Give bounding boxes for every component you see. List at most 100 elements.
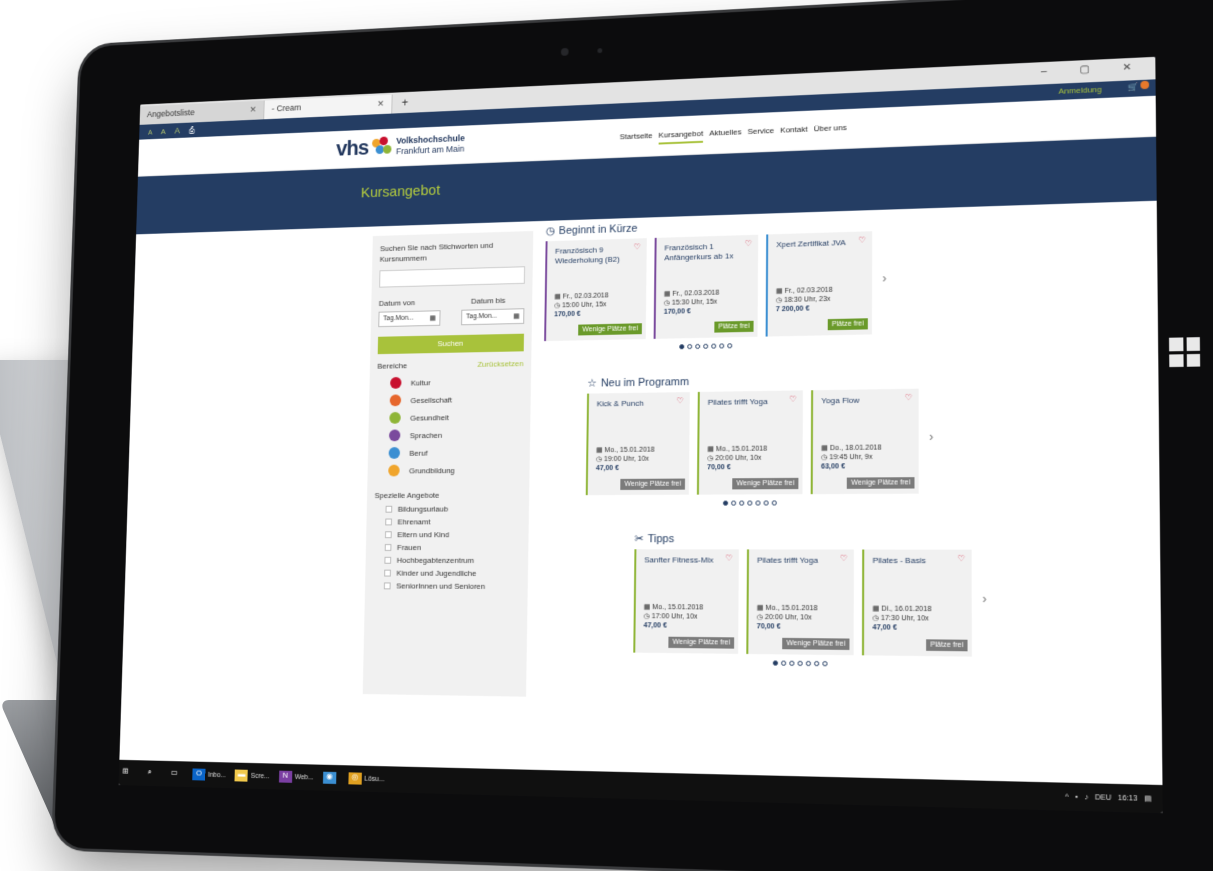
- pager-dot[interactable]: [702, 343, 708, 349]
- course-title[interactable]: Pilates - Basis: [873, 556, 957, 567]
- notification-icon[interactable]: ▤: [1144, 794, 1151, 803]
- course-card[interactable]: Yoga Flow ♡ ▦ Do., 18.01.2018 ◷ 19:45 Uhr, …: [810, 388, 919, 495]
- course-card[interactable]: Xpert Zertifikat JVA ♡ ▦ Fr., 02.03.2018 ◷ …: [765, 231, 873, 337]
- nav-ueber-uns[interactable]: Über uns: [814, 123, 847, 138]
- course-title[interactable]: Französisch 1 Anfängerkurs ab 1x: [664, 241, 744, 263]
- course-title[interactable]: Pilates trifft Yoga: [708, 397, 789, 408]
- new-tab-button[interactable]: +: [392, 92, 418, 114]
- checkbox[interactable]: [385, 505, 393, 513]
- taskbar-app[interactable]: O Inbo...: [192, 768, 226, 781]
- special-item[interactable]: Ehrenamt: [385, 515, 521, 528]
- vhs-logo[interactable]: vhs Volkshochschule Frankfurt am Main: [336, 131, 465, 161]
- search-input[interactable]: [379, 266, 526, 288]
- taskbar-app[interactable]: ◎ Lösu...: [348, 772, 384, 785]
- login-link[interactable]: Anmeldung: [1059, 85, 1102, 96]
- pager-dot[interactable]: [710, 343, 716, 349]
- font-large-button[interactable]: A: [175, 125, 181, 135]
- checkbox[interactable]: [384, 556, 392, 564]
- course-title[interactable]: Xpert Zertifikat JVA: [776, 238, 858, 250]
- course-title[interactable]: Pilates trifft Yoga: [757, 556, 839, 566]
- area-item[interactable]: Beruf: [388, 443, 522, 462]
- pager-dot[interactable]: [722, 500, 728, 506]
- heart-icon[interactable]: ♡: [840, 554, 847, 563]
- chevron-right-icon[interactable]: ›: [882, 271, 886, 285]
- pager-dot[interactable]: [821, 661, 828, 667]
- special-item[interactable]: Hochbegabtenzentrum: [384, 554, 520, 567]
- print-icon[interactable]: ⎙: [189, 126, 195, 135]
- course-card[interactable]: Pilates trifft Yoga ♡ ▦ Mo., 15.01.2018 ◷ 2…: [746, 549, 854, 656]
- pager-dot[interactable]: [726, 343, 732, 349]
- pager-dot[interactable]: [738, 500, 744, 506]
- course-card[interactable]: Kick & Punch ♡ ▦ Mo., 15.01.2018 ◷ 19:00 Uh…: [585, 392, 690, 496]
- task-view-icon[interactable]: ▭: [168, 768, 181, 780]
- chevron-right-icon[interactable]: ›: [982, 592, 986, 607]
- search-icon[interactable]: ⌕: [143, 767, 156, 779]
- date-to-field[interactable]: Tag.Mon... ▦: [461, 308, 525, 326]
- course-card[interactable]: Französisch 1 Anfängerkurs ab 1x ♡ ▦ Fr., …: [653, 234, 759, 339]
- pager-dot[interactable]: [678, 344, 684, 350]
- nav-service[interactable]: Service: [747, 126, 774, 141]
- calendar-icon[interactable]: ▦: [429, 314, 435, 322]
- heart-icon[interactable]: ♡: [745, 239, 752, 248]
- special-item[interactable]: Eltern und Kind: [384, 528, 521, 541]
- heart-icon[interactable]: ♡: [958, 554, 966, 563]
- nav-aktuelles[interactable]: Aktuelles: [709, 127, 741, 142]
- area-item[interactable]: Grundbildung: [388, 461, 522, 480]
- course-title[interactable]: Kick & Punch: [597, 398, 676, 409]
- nav-kursangebot[interactable]: Kursangebot: [658, 129, 704, 145]
- taskbar-app[interactable]: ▬ Scre...: [234, 769, 270, 783]
- window-controls[interactable]: – ▢ ✕: [1041, 61, 1147, 77]
- font-small-button[interactable]: A: [148, 129, 152, 136]
- checkbox[interactable]: [384, 569, 391, 577]
- area-item[interactable]: Kultur: [390, 372, 523, 392]
- pager-dot[interactable]: [771, 500, 777, 506]
- pager-dot[interactable]: [686, 344, 692, 350]
- pager-dot[interactable]: [813, 660, 819, 667]
- area-item[interactable]: Gesellschaft: [389, 390, 523, 410]
- checkbox[interactable]: [385, 518, 392, 526]
- start-button[interactable]: ⊞: [119, 767, 135, 779]
- checkbox[interactable]: [384, 531, 392, 539]
- course-card[interactable]: Pilates - Basis ♡ ▦ Di., 16.01.2018 ◷ 17:30…: [861, 549, 972, 657]
- heart-icon[interactable]: ♡: [725, 553, 732, 562]
- area-item[interactable]: Gesundheit: [389, 407, 523, 426]
- pager-dot[interactable]: [763, 500, 769, 506]
- area-item[interactable]: Sprachen: [388, 425, 523, 444]
- special-item[interactable]: Bildungsurlaub: [385, 502, 521, 515]
- windows-start-icon[interactable]: ⊞: [119, 767, 132, 779]
- windows-logo-icon[interactable]: [1169, 337, 1201, 368]
- task-view-button[interactable]: ▭: [168, 768, 184, 780]
- course-title[interactable]: Sanfter Fitness-Mix: [644, 555, 724, 565]
- chevron-up-icon[interactable]: ^: [1065, 793, 1069, 801]
- search-button[interactable]: Suchen: [377, 333, 524, 355]
- course-title[interactable]: Französisch 9 Wiederholung (B2): [555, 244, 633, 266]
- heart-icon[interactable]: ♡: [905, 393, 912, 402]
- heart-icon[interactable]: ♡: [634, 242, 641, 251]
- special-item[interactable]: SeniorInnen und Senioren: [383, 579, 520, 593]
- pager-dot[interactable]: [805, 660, 811, 667]
- calendar-icon[interactable]: ▦: [513, 312, 519, 320]
- reset-link[interactable]: Zurücksetzen: [477, 359, 523, 369]
- course-card[interactable]: Sanfter Fitness-Mix ♡ ▦ Mo., 15.01.2018 ◷ 1…: [633, 549, 739, 654]
- date-from-field[interactable]: Tag.Mon... ▦: [378, 310, 441, 328]
- pager-dot[interactable]: [754, 500, 761, 506]
- chevron-right-icon[interactable]: ›: [929, 430, 933, 444]
- pager-dot[interactable]: [788, 660, 794, 666]
- nav-startseite[interactable]: Startseite: [620, 131, 653, 146]
- pager-dot[interactable]: [718, 343, 724, 349]
- pager-dot[interactable]: [730, 500, 736, 506]
- network-icon[interactable]: ▪: [1075, 793, 1078, 801]
- course-card[interactable]: Pilates trifft Yoga ♡ ▦ Mo., 15.01.2018 ◷ 2…: [696, 390, 803, 495]
- nav-kontakt[interactable]: Kontakt: [780, 125, 807, 140]
- close-tab-icon[interactable]: ✕: [249, 105, 256, 117]
- taskbar-app[interactable]: N Web...: [278, 770, 314, 784]
- special-item[interactable]: Frauen: [384, 541, 521, 554]
- course-card[interactable]: Französisch 9 Wiederholung (B2) ♡ ▦ Fr., 0…: [544, 238, 647, 342]
- volume-icon[interactable]: ♪: [1085, 793, 1089, 801]
- close-tab-icon[interactable]: ✕: [377, 99, 384, 111]
- heart-icon[interactable]: ♡: [677, 396, 684, 405]
- checkbox[interactable]: [384, 544, 392, 551]
- pager-dot[interactable]: [772, 660, 778, 666]
- search-taskbar-button[interactable]: ⌕: [143, 767, 159, 779]
- pager-dot[interactable]: [780, 660, 786, 666]
